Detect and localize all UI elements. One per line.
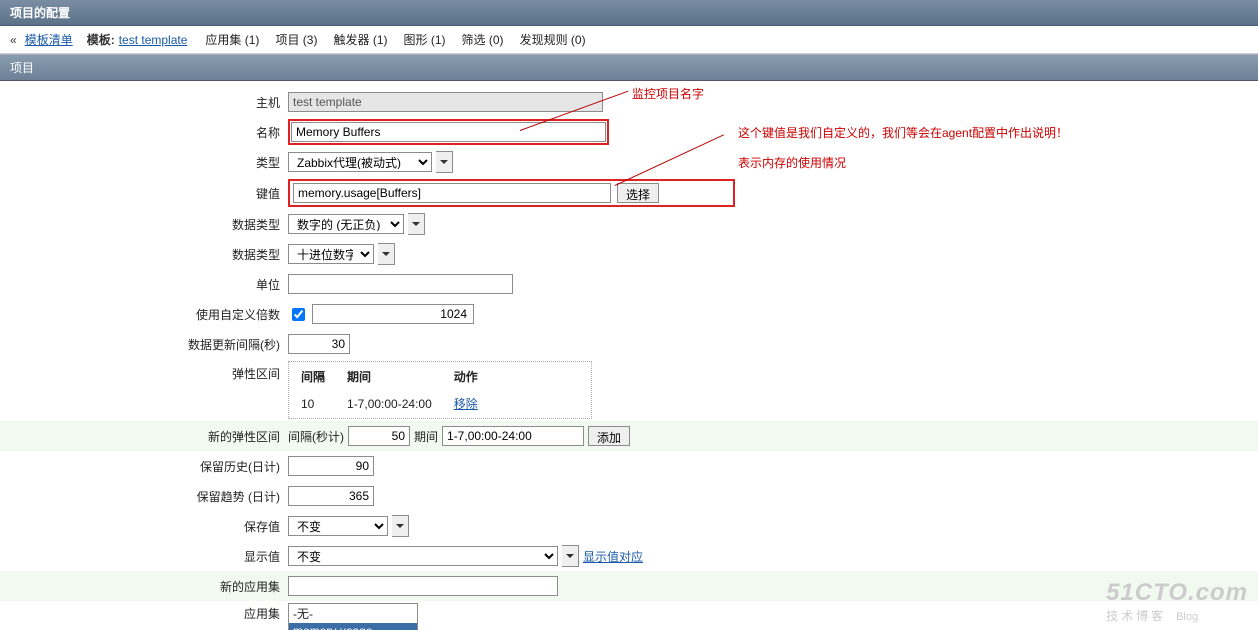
label-update-interval: 数据更新间隔(秒)	[0, 336, 288, 353]
annotation-key2: 表示内存的使用情况	[738, 154, 846, 171]
label-apps: 应用集	[0, 603, 288, 622]
label-name: 名称	[0, 124, 288, 141]
dropdown-icon[interactable]	[392, 515, 409, 537]
new-app-input[interactable]	[288, 576, 558, 596]
annotation-name: 监控项目名字	[632, 85, 704, 102]
breadcrumb: « 模板清单 模板: test template 应用集 (1) 项目 (3) …	[0, 26, 1258, 54]
label-trends: 保留趋势 (日计)	[0, 488, 288, 505]
dropdown-icon[interactable]	[436, 151, 453, 173]
label-history: 保留历史(日计)	[0, 458, 288, 475]
data-type2-select[interactable]: 十进位数字	[288, 244, 374, 264]
list-item[interactable]: -无-	[289, 604, 417, 623]
label-flex-intervals: 弹性区间	[0, 361, 288, 382]
table-row: 10 1-7,00:00-24:00 移除	[291, 391, 488, 416]
flex-th-action: 动作	[444, 364, 488, 389]
label-store: 保存值	[0, 518, 288, 535]
label-data-type2: 数据类型	[0, 246, 288, 263]
template-name-link[interactable]: test template	[119, 33, 188, 47]
nav-applications[interactable]: 应用集 (1)	[205, 31, 259, 48]
show-select[interactable]: 不变	[288, 546, 558, 566]
flex-period-cell: 1-7,00:00-24:00	[337, 391, 442, 416]
unit-input[interactable]	[288, 274, 513, 294]
name-input[interactable]	[291, 122, 606, 142]
item-form: 主机 名称 类型 Zabbix代理(被动式) 键值 选择 数据类型 数字的 (无…	[0, 81, 1258, 630]
trends-input[interactable]	[288, 486, 374, 506]
host-input	[288, 92, 603, 112]
show-value-map-link[interactable]: 显示值对应	[583, 548, 643, 565]
nav-screens[interactable]: 筛选 (0)	[462, 31, 504, 48]
page-header: 项目的配置	[0, 0, 1258, 26]
new-flex-interval-input[interactable]	[348, 426, 410, 446]
label-new-flex: 新的弹性区间	[0, 428, 288, 445]
new-flex-period-input[interactable]	[442, 426, 584, 446]
dropdown-icon[interactable]	[378, 243, 395, 265]
multiplier-input[interactable]	[312, 304, 474, 324]
label-period: 期间	[414, 428, 438, 445]
list-item[interactable]: memory usage	[289, 623, 417, 630]
select-key-button[interactable]: 选择	[617, 183, 659, 203]
flex-th-period: 期间	[337, 364, 442, 389]
dropdown-icon[interactable]	[408, 213, 425, 235]
dropdown-icon[interactable]	[562, 545, 579, 567]
history-input[interactable]	[288, 456, 374, 476]
update-interval-input[interactable]	[288, 334, 350, 354]
data-type-select[interactable]: 数字的 (无正负)	[288, 214, 404, 234]
nav-graphs[interactable]: 图形 (1)	[404, 31, 446, 48]
remove-flex-link[interactable]: 移除	[454, 397, 478, 411]
label-host: 主机	[0, 94, 288, 111]
key-input[interactable]	[293, 183, 611, 203]
section-title: 项目	[0, 54, 1258, 81]
label-unit: 单位	[0, 276, 288, 293]
templates-link[interactable]: 模板清单	[25, 31, 73, 48]
back-arrow: «	[10, 33, 17, 47]
flex-interval-cell: 10	[291, 391, 335, 416]
label-data-type: 数据类型	[0, 216, 288, 233]
multiplier-checkbox[interactable]	[292, 308, 305, 321]
label-interval-sec: 间隔(秒计)	[288, 428, 344, 445]
flex-th-interval: 间隔	[291, 364, 335, 389]
flex-intervals-table: 间隔 期间 动作 10 1-7,00:00-24:00 移除	[288, 361, 592, 419]
nav-triggers[interactable]: 触发器 (1)	[333, 31, 387, 48]
label-type: 类型	[0, 154, 288, 171]
label-custom-multiplier: 使用自定义倍数	[0, 306, 288, 323]
type-select[interactable]: Zabbix代理(被动式)	[288, 152, 432, 172]
label-new-app: 新的应用集	[0, 578, 288, 595]
nav-discovery[interactable]: 发现规则 (0)	[520, 31, 586, 48]
template-label: 模板:	[87, 31, 115, 48]
applications-listbox[interactable]: -无- memory usage	[288, 603, 418, 630]
add-flex-button[interactable]: 添加	[588, 426, 630, 446]
nav-items[interactable]: 项目 (3)	[275, 31, 317, 48]
store-select[interactable]: 不变	[288, 516, 388, 536]
label-show: 显示值	[0, 548, 288, 565]
label-key: 键值	[0, 185, 288, 202]
annotation-key1: 这个键值是我们自定义的，我们等会在agent配置中作出说明！	[738, 124, 1068, 141]
